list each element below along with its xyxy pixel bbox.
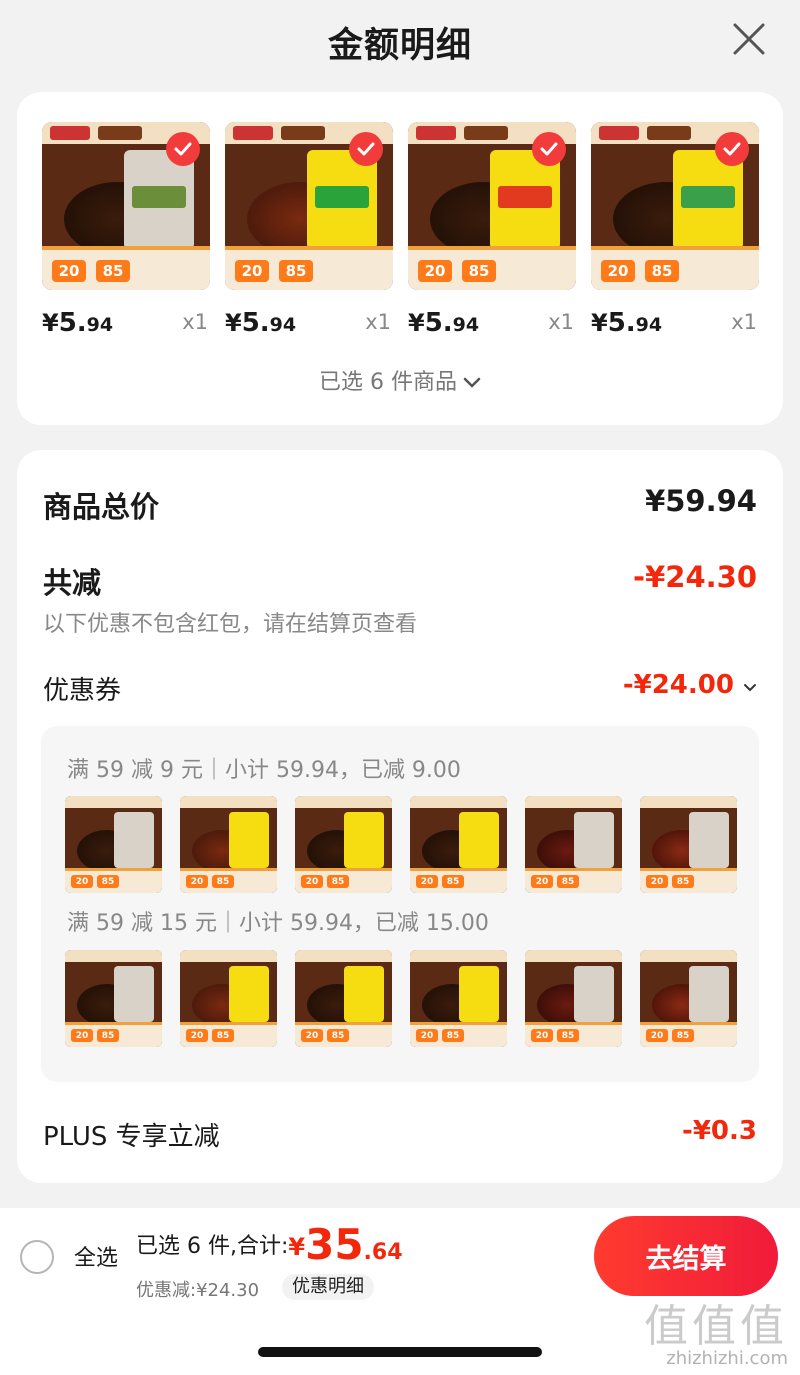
coupon-product-thumb: 20 85: [410, 950, 507, 1047]
promo-badge: 85: [279, 260, 313, 282]
header: 金额明细: [0, 0, 800, 84]
discount-note: 以下优惠不包含红包，请在结算页查看: [43, 612, 418, 637]
total-price-value: ¥59.94: [645, 484, 757, 518]
product-item[interactable]: 20 85 ¥5.94 x1: [408, 122, 576, 344]
promo-badge: 20: [601, 260, 635, 282]
select-all-radio[interactable]: [20, 1240, 54, 1274]
coupon-value-toggle[interactable]: -¥24.00: [623, 670, 757, 700]
total-summary: 已选 6 件,合计:¥35.64: [136, 1220, 403, 1269]
coupon-product-thumb: 20 85: [410, 796, 507, 893]
product-image: 20 85: [591, 122, 759, 290]
product-quantity: x1: [182, 310, 208, 334]
product-image: 20 85: [408, 122, 576, 290]
plus-discount-label: PLUS 专享立减: [43, 1122, 220, 1152]
price-detail-card: 商品总价 ¥59.94 共减 -¥24.30 以下优惠不包含红包，请在结算页查看…: [17, 450, 783, 1183]
coupon-product-thumb: 20 85: [65, 796, 162, 893]
total-price-label: 商品总价: [43, 490, 160, 524]
product-quantity: x1: [365, 310, 391, 334]
chevron-down-icon: [743, 670, 757, 700]
reduce-label: 共减: [43, 566, 102, 600]
watermark-logo: 值值值: [644, 1301, 788, 1352]
reduce-value: -¥24.30: [633, 560, 757, 594]
coupon-product-thumb: 20 85: [640, 950, 737, 1047]
product-list-card: 20 85 ¥5.94 x1 20 85 ¥5.94 x1 20 85 ¥5.9…: [17, 92, 783, 425]
coupon-breakdown: 满 59 减 9 元｜小计 59.94，已减 9.00 20 85 20 85 20…: [41, 726, 759, 1082]
promo-badge: 20: [52, 260, 86, 282]
watermark-url: zhizhizhi.com: [666, 1348, 788, 1369]
coupon-value: -¥24.00: [622, 670, 734, 700]
plus-discount-value: -¥0.3: [682, 1116, 757, 1146]
product-image: 20 85: [42, 122, 210, 290]
coupon-product-thumb: 20 85: [180, 796, 277, 893]
chevron-down-icon: [463, 370, 481, 395]
coupon-rule-2: 满 59 减 15 元｜小计 59.94，已减 15.00: [67, 911, 489, 936]
promo-badge: 20: [235, 260, 269, 282]
watermark: 值值值 zhizhizhi.com: [644, 1290, 794, 1370]
coupon-label: 优惠券: [43, 676, 122, 706]
promo-badge: 85: [96, 260, 130, 282]
promo-badge: 85: [645, 260, 679, 282]
page-title: 金额明细: [327, 25, 472, 66]
product-price: ¥5.94: [591, 308, 663, 338]
discount-detail-button[interactable]: 优惠明细: [282, 1274, 374, 1300]
coupon-product-thumb: 20 85: [525, 950, 622, 1047]
product-quantity: x1: [548, 310, 574, 334]
checkmark-icon[interactable]: [349, 132, 383, 166]
product-quantity: x1: [731, 310, 757, 334]
promo-badge: 20: [418, 260, 452, 282]
product-item[interactable]: 20 85 ¥5.94 x1: [42, 122, 210, 344]
coupon-product-thumb: 20 85: [295, 950, 392, 1047]
coupon-product-thumb: 20 85: [295, 796, 392, 893]
home-indicator[interactable]: [258, 1347, 542, 1357]
product-price: ¥5.94: [408, 308, 480, 338]
product-item[interactable]: 20 85 ¥5.94 x1: [591, 122, 759, 344]
product-price: ¥5.94: [225, 308, 297, 338]
checkmark-icon[interactable]: [532, 132, 566, 166]
coupon-product-thumb: 20 85: [180, 950, 277, 1047]
product-item[interactable]: 20 85 ¥5.94 x1: [225, 122, 393, 344]
coupon-product-thumb: 20 85: [65, 950, 162, 1047]
promo-badge: 85: [462, 260, 496, 282]
coupon-rule-1: 满 59 减 9 元｜小计 59.94，已减 9.00: [67, 758, 461, 783]
product-image: 20 85: [225, 122, 393, 290]
checkmark-icon[interactable]: [715, 132, 749, 166]
checkmark-icon[interactable]: [166, 132, 200, 166]
select-all-label[interactable]: 全选: [74, 1240, 118, 1272]
close-icon[interactable]: [732, 22, 766, 56]
checkout-button[interactable]: 去结算: [594, 1216, 778, 1296]
product-price: ¥5.94: [42, 308, 114, 338]
coupon-product-thumb: 20 85: [525, 796, 622, 893]
coupon-product-thumb: 20 85: [640, 796, 737, 893]
discount-summary: 优惠减:¥24.30: [136, 1280, 260, 1301]
selected-items-label: 已选 6 件商品: [319, 370, 457, 395]
selected-items-toggle[interactable]: 已选 6 件商品: [17, 364, 783, 396]
